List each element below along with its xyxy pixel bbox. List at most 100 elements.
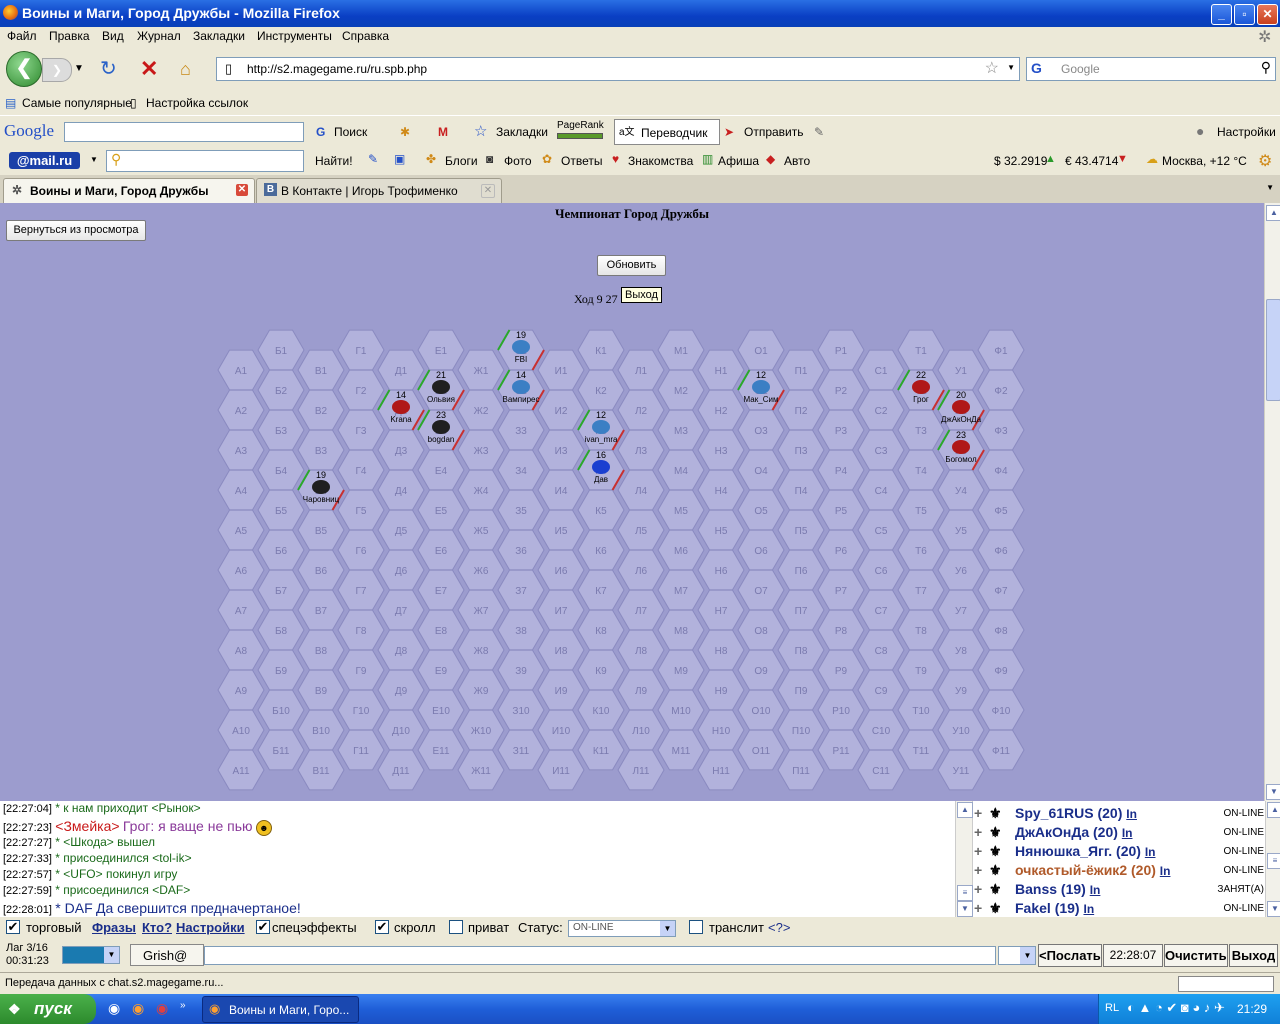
mailru-photo[interactable]: Фото — [504, 154, 532, 168]
menu-tools[interactable]: Инструменты — [257, 29, 332, 43]
scroll-up-icon[interactable]: ▲ — [1267, 802, 1280, 818]
mailru-find-button[interactable]: Найти! — [315, 154, 353, 168]
settings-link[interactable]: Настройки — [176, 920, 245, 935]
home-icon[interactable]: ⌂ — [180, 59, 191, 79]
user-row[interactable]: + ⚜ Spy_61RUS (20) In ON-LINE — [974, 805, 1264, 824]
menu-view[interactable]: Вид — [102, 29, 124, 43]
tray-icons[interactable]: ◐ ▲ ◔ ✔ ◙ ◕ ♪ ✈ — [1127, 1000, 1225, 1016]
expand-icon[interactable]: + — [974, 843, 982, 859]
user-in-link[interactable]: In — [1126, 807, 1137, 821]
search-icon[interactable]: ⚲ — [1261, 59, 1271, 76]
chat-message-input[interactable] — [204, 946, 996, 965]
menu-help[interactable]: Справка — [342, 29, 389, 43]
user-row[interactable]: + ⚜ Banss (19) In ЗАНЯТ(А) — [974, 881, 1264, 900]
user-list-scrollbar-right[interactable]: ▲ ≡ ▼ — [1265, 801, 1280, 917]
user-in-link[interactable]: In — [1090, 883, 1101, 897]
close-button[interactable]: ✕ — [1257, 4, 1278, 25]
chat-nick[interactable]: <Змейка> — [55, 818, 119, 834]
close-tab-icon[interactable]: ✕ — [481, 184, 495, 198]
mailru-afisha[interactable]: Афиша — [718, 154, 759, 168]
exit-button[interactable]: Выход — [1229, 944, 1278, 967]
minimize-button[interactable]: _ — [1211, 4, 1232, 25]
taskbar-window-button[interactable]: ◉ Воины и Маги, Горо... — [202, 996, 359, 1023]
forward-button[interactable]: ❯ — [42, 58, 72, 82]
user-row[interactable]: + ⚜ Нянюшка_Ягг. (20) In ON-LINE — [974, 843, 1264, 862]
tab-list-icon[interactable]: ▼ — [1266, 183, 1274, 192]
bookmark-most-visited[interactable]: Самые популярные — [22, 96, 132, 110]
status-select[interactable]: ON-LINE ▼ — [568, 920, 676, 937]
expand-icon[interactable]: + — [974, 805, 982, 821]
expand-icon[interactable]: + — [974, 900, 982, 916]
google-bookmarks-button[interactable]: Закладки — [496, 125, 548, 139]
expand-icon[interactable]: + — [974, 881, 982, 897]
phrases-link[interactable]: Фразы — [92, 920, 136, 935]
close-tab-icon[interactable]: ✕ — [236, 184, 248, 196]
who-link[interactable]: Кто? — [142, 920, 172, 935]
send-button[interactable]: Отправить — [744, 125, 804, 139]
menu-history[interactable]: Журнал — [137, 29, 181, 43]
nick-button[interactable]: Grish@ — [130, 944, 204, 966]
expand-icon[interactable]: + — [974, 824, 982, 840]
scroll-up-icon[interactable]: ▲ — [957, 802, 973, 818]
user-name[interactable]: Banss (19) In — [1015, 881, 1100, 897]
user-row[interactable]: + ⚜ очкастый-ёжик2 (20) In ON-LINE — [974, 862, 1264, 881]
user-name[interactable]: Spy_61RUS (20) In — [1015, 805, 1137, 821]
maximize-button[interactable]: ▫ — [1234, 4, 1255, 25]
mailru-search-input[interactable]: ⚲ — [106, 150, 304, 172]
user-in-link[interactable]: In — [1083, 902, 1094, 916]
effects-checkbox[interactable]: ✔ — [256, 920, 270, 934]
user-name[interactable]: очкастый-ёжик2 (20) In — [1015, 862, 1170, 878]
quicklaunch-more-icon[interactable]: » — [180, 1000, 186, 1011]
language-indicator[interactable]: RL — [1105, 1002, 1119, 1014]
mailru-dropdown-icon[interactable]: ▼ — [90, 155, 98, 164]
private-checkbox[interactable] — [449, 920, 463, 934]
dropdown-arrow-icon[interactable]: ▼ — [1020, 947, 1035, 964]
search-box[interactable]: G Google ⚲ — [1026, 57, 1276, 81]
quicklaunch-icon[interactable]: ◉ — [108, 1000, 120, 1017]
scroll-checkbox[interactable]: ✔ — [375, 920, 389, 934]
start-button[interactable]: ❖ пуск — [0, 994, 96, 1024]
expand-icon[interactable]: + — [974, 862, 982, 878]
google-engine-icon[interactable]: G — [1031, 60, 1042, 76]
puzzle-icon[interactable]: ✱ — [400, 125, 410, 139]
star-icon[interactable]: ☆ — [985, 58, 999, 78]
scroll-thumb[interactable] — [1266, 299, 1280, 401]
mailru-answers[interactable]: Ответы — [561, 154, 602, 168]
scroll-down-icon[interactable]: ▼ — [1267, 901, 1280, 917]
user-name[interactable]: Нянюшка_Ягг. (20) In — [1015, 843, 1156, 859]
gear-icon[interactable]: ⚙ — [1258, 151, 1272, 171]
google-search-input[interactable] — [64, 122, 304, 142]
pencil-icon[interactable]: ✎ — [368, 152, 378, 166]
user-in-link[interactable]: In — [1122, 826, 1133, 840]
url-bar[interactable]: ▯ http://s2.magegame.ru/ru.spb.php ☆ ▼ — [216, 57, 1020, 81]
url-dropdown-icon[interactable]: ▼ — [1007, 63, 1015, 72]
user-name[interactable]: Fakel (19) In — [1015, 900, 1094, 916]
mailru-logo[interactable]: @mail.ru — [9, 152, 80, 169]
menu-file[interactable]: Файл — [7, 29, 37, 43]
screen-icon[interactable]: ▣ — [394, 152, 405, 166]
mailru-auto[interactable]: Авто — [784, 154, 810, 168]
user-row[interactable]: + ⚜ ДжАкОнДа (20) In ON-LINE — [974, 824, 1264, 843]
firefox-quicklaunch-icon[interactable]: ◉ — [132, 1000, 144, 1017]
google-settings-button[interactable]: Настройки — [1217, 125, 1276, 139]
user-list-scrollbar-left[interactable]: ▲ ≡ ▼ — [956, 801, 973, 917]
translit-checkbox[interactable] — [689, 920, 703, 934]
page-scrollbar[interactable]: ▲ ▼ — [1264, 203, 1280, 801]
scroll-down-icon[interactable]: ▼ — [957, 901, 973, 917]
opera-quicklaunch-icon[interactable]: ◉ — [156, 1000, 168, 1017]
bookmark-settings[interactable]: Настройка ссылок — [146, 96, 248, 110]
gmail-icon[interactable]: M — [438, 125, 448, 139]
user-in-link[interactable]: In — [1145, 845, 1156, 859]
history-dropdown-icon[interactable]: ▼ — [74, 59, 84, 79]
translit-help-link[interactable]: <?> — [768, 920, 790, 935]
scroll-thumb-icon[interactable]: ≡ — [957, 885, 973, 901]
stop-icon[interactable]: ✕ — [140, 58, 158, 80]
back-button[interactable]: ❮ — [6, 51, 42, 87]
trade-checkbox[interactable]: ✔ — [6, 920, 20, 934]
menu-bookmarks[interactable]: Закладки — [193, 29, 245, 43]
dropdown-arrow-icon[interactable]: ▼ — [660, 921, 675, 936]
menu-edit[interactable]: Правка — [49, 29, 90, 43]
user-in-link[interactable]: In — [1160, 864, 1171, 878]
scroll-thumb-icon[interactable]: ≡ — [1267, 853, 1280, 869]
reload-icon[interactable]: ↻ — [100, 59, 117, 79]
